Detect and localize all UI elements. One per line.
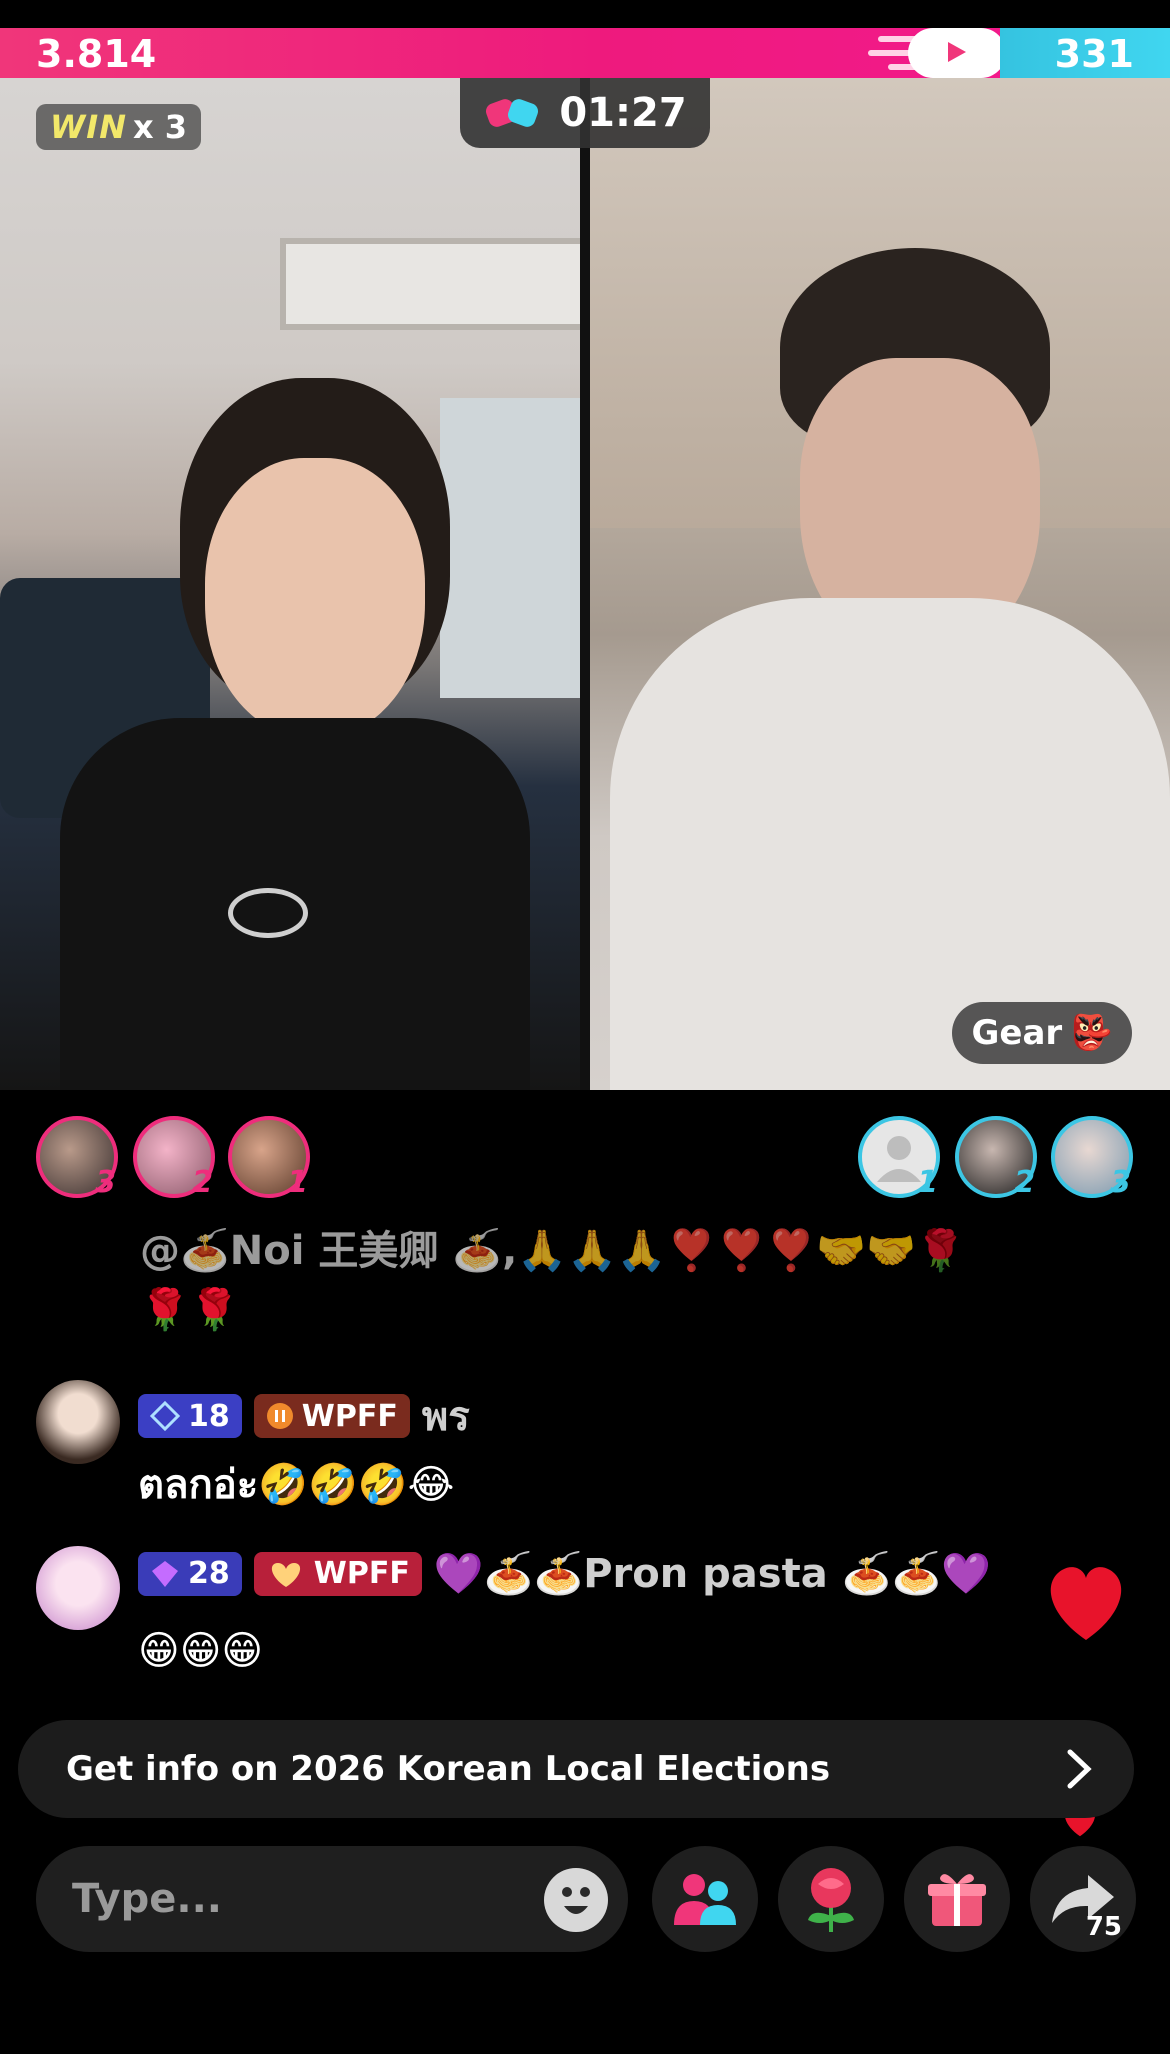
fan-club-name: WPFF [301, 1398, 398, 1434]
right-score-value: 331 [1054, 32, 1134, 76]
host-face [205, 458, 425, 738]
left-supporter-avatar[interactable]: 1 [228, 1116, 310, 1200]
fan-club-name: WPFF [313, 1556, 410, 1591]
score-speed-icon [868, 28, 1007, 78]
right-supporter-avatar[interactable]: 3 [1051, 1116, 1133, 1200]
chat-message-text: 😁😁😁 [138, 1628, 264, 1674]
chevron-right-icon [1067, 1749, 1092, 1789]
user-level-badge: 18 [138, 1394, 242, 1438]
opponent-emoji: 👺 [1070, 1013, 1113, 1053]
chat-user-avatar[interactable] [36, 1380, 120, 1464]
split-divider [580, 78, 590, 1090]
comment-input[interactable]: Type... [36, 1846, 628, 1952]
opponent-video[interactable] [590, 78, 1170, 1090]
user-level: 28 [188, 1556, 230, 1591]
chat-message-text: ตลกอ่ะ🤣🤣🤣😂 [138, 1462, 455, 1508]
opponent-name: Gear [971, 1013, 1063, 1053]
timer-text: 01:27 [559, 90, 687, 136]
left-score-value: 3.814 [36, 32, 157, 76]
win-count: x 3 [132, 108, 188, 146]
left-supporter-avatar[interactable]: 2 [133, 1116, 215, 1200]
chat-username[interactable]: พร [422, 1384, 470, 1448]
heart-icon [266, 1403, 293, 1429]
right-score-fill: 331 [1000, 28, 1170, 78]
guests-icon [674, 1874, 736, 1925]
share-count: 75 [1085, 1912, 1122, 1942]
chat-message-text: 🌹🌹 [140, 1287, 240, 1333]
diamond-level-icon [152, 1560, 178, 1587]
emoji-button[interactable] [544, 1868, 608, 1932]
right-supporter-avatar[interactable]: 1 [858, 1116, 940, 1200]
info-banner-text: Get info on 2026 Korean Local Elections [66, 1749, 831, 1789]
opponent-name-tag[interactable]: Gear 👺 [952, 1002, 1132, 1064]
supporter-rank: 2 [1014, 1165, 1035, 1200]
battle-glove-icon [486, 99, 539, 127]
left-score-fill: 3.814 [0, 28, 1007, 78]
supporter-rank: 3 [1110, 1165, 1131, 1200]
room-window [440, 398, 580, 698]
chat-username[interactable]: 💜🍝🍝Pron pasta 🍝🍝💜 [434, 1550, 991, 1597]
host-video[interactable] [0, 78, 580, 1090]
battle-score-bar: 3.814 331 [0, 28, 1170, 78]
heart-icon [271, 1562, 300, 1587]
right-supporter-avatar[interactable]: 2 [955, 1116, 1037, 1200]
guests-button[interactable] [652, 1846, 758, 1952]
user-level: 18 [188, 1398, 230, 1434]
fan-club-badge: WPFF [253, 1394, 410, 1438]
diamond-level-icon [150, 1401, 180, 1431]
chat-message-text: @🍝Noi 王美卿 🍝,🙏🙏🙏❣️❣️❣️🤝🤝🌹 [140, 1228, 966, 1274]
chat-user-avatar[interactable] [36, 1546, 120, 1630]
chat-user-header: 18 WPFF พร [138, 1384, 470, 1448]
left-supporter-avatar[interactable]: 3 [36, 1116, 118, 1200]
comment-input-placeholder: Type... [72, 1876, 222, 1922]
shirt-logo [228, 888, 308, 938]
share-button[interactable]: 75 [1030, 1846, 1136, 1952]
live-video-area [0, 78, 1170, 1090]
supporter-rank: 3 [95, 1165, 116, 1200]
info-banner[interactable]: Get info on 2026 Korean Local Elections [18, 1720, 1134, 1818]
rose-gift-button[interactable] [778, 1846, 884, 1952]
win-label: WIN [50, 108, 127, 146]
floating-heart-icon [1050, 1567, 1122, 1640]
user-level-badge: 28 [138, 1551, 242, 1596]
gift-box-icon [928, 1874, 986, 1926]
supporter-rank: 1 [917, 1165, 938, 1200]
rose-gift-icon [808, 1868, 854, 1932]
battle-timer: 01:27 [460, 78, 710, 148]
supporter-rank: 1 [287, 1165, 308, 1200]
emoji-icon [562, 1887, 590, 1914]
fan-club-badge: WPFF [253, 1551, 422, 1596]
room-ceiling [280, 238, 580, 330]
chat-user-header: 28 WPFF 💜🍝🍝Pron pasta 🍝🍝💜 [138, 1550, 991, 1597]
win-streak-badge: WIN x 3 [36, 104, 202, 150]
supporter-rank: 2 [192, 1165, 213, 1200]
gift-button[interactable] [904, 1846, 1010, 1952]
